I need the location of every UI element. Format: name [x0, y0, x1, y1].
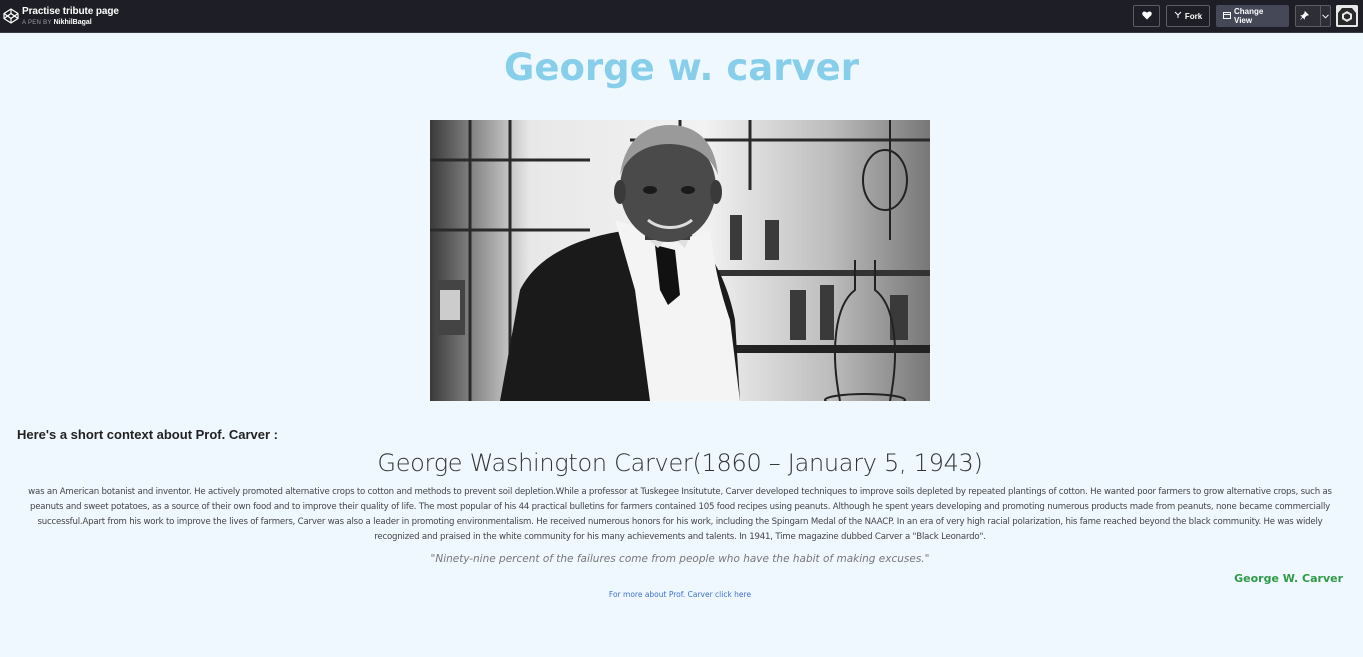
page-title: George w. carver	[504, 46, 859, 89]
fork-icon	[1174, 11, 1182, 21]
pen-author[interactable]: NikhilBagal	[54, 19, 92, 26]
pen-byline: A PEN BY NikhilBagal	[22, 19, 119, 26]
heart-icon	[1141, 10, 1152, 22]
pin-icon	[1300, 10, 1310, 22]
codepen-logo-icon[interactable]	[2, 7, 20, 25]
context-heading: Here's a short context about Prof. Carve…	[17, 427, 278, 442]
chevron-down-icon[interactable]	[1320, 6, 1330, 26]
user-avatar[interactable]	[1336, 5, 1358, 27]
pin-dropdown-button[interactable]	[1295, 5, 1331, 27]
carver-photo	[430, 120, 930, 401]
change-view-label: Change View	[1234, 7, 1264, 25]
change-view-button[interactable]: Change View	[1216, 5, 1289, 27]
codepen-header: Practise tribute page A PEN BY NikhilBag…	[0, 0, 1363, 33]
fork-label: Fork	[1184, 11, 1203, 21]
pen-info: Practise tribute page A PEN BY NikhilBag…	[22, 6, 119, 26]
bio-name-heading: George Washington Carver(1860 – January …	[377, 449, 983, 477]
pen-title[interactable]: Practise tribute page	[22, 6, 119, 17]
fork-button[interactable]: Fork	[1166, 5, 1210, 27]
more-info-link[interactable]: For more about Prof. Carver click here	[0, 590, 1360, 599]
quote-text: "Ninety-nine percent of the failures com…	[430, 553, 930, 565]
layout-icon	[1223, 11, 1231, 21]
bio-paragraph: was an American botanist and inventor. H…	[28, 487, 1332, 542]
quote-author: George W. Carver	[1234, 572, 1343, 585]
heart-button[interactable]	[1133, 5, 1160, 27]
pen-by-prefix: A PEN BY	[22, 19, 52, 26]
header-actions: Fork Change View	[1133, 5, 1363, 27]
